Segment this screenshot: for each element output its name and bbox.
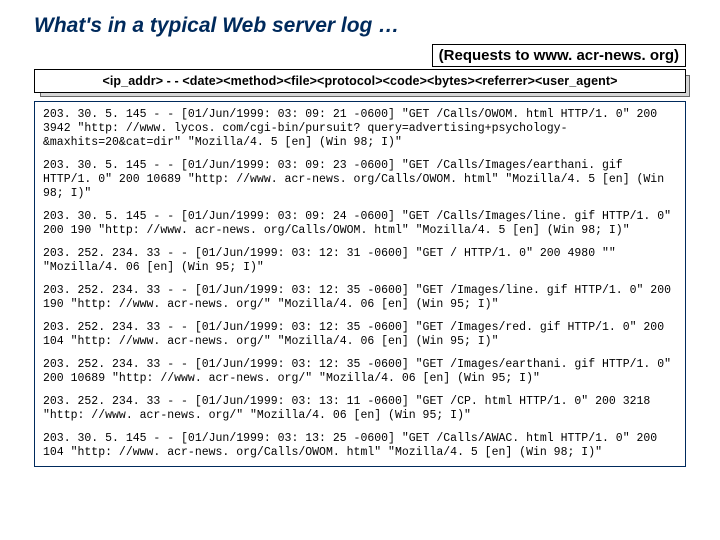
log-entry: 203. 30. 5. 145 - - [01/Jun/1999: 03: 09… <box>43 108 677 150</box>
log-format-bar: <ip_addr> - - <date><method><file><proto… <box>34 69 686 93</box>
log-entries-box: 203. 30. 5. 145 - - [01/Jun/1999: 03: 09… <box>34 101 686 467</box>
log-entry: 203. 252. 234. 33 - - [01/Jun/1999: 03: … <box>43 247 677 275</box>
log-format-text: <ip_addr> - - <date><method><file><proto… <box>34 69 686 93</box>
log-entry: 203. 252. 234. 33 - - [01/Jun/1999: 03: … <box>43 395 677 423</box>
log-entry: 203. 252. 234. 33 - - [01/Jun/1999: 03: … <box>43 358 677 386</box>
slide-title: What's in a typical Web server log … <box>34 14 686 38</box>
slide: What's in a typical Web server log … (Re… <box>0 0 720 540</box>
log-entry: 203. 252. 234. 33 - - [01/Jun/1999: 03: … <box>43 284 677 312</box>
log-entry: 203. 252. 234. 33 - - [01/Jun/1999: 03: … <box>43 321 677 349</box>
log-entry: 203. 30. 5. 145 - - [01/Jun/1999: 03: 13… <box>43 432 677 460</box>
subtitle-box: (Requests to www. acr-news. org) <box>432 44 686 67</box>
subtitle-wrap: (Requests to www. acr-news. org) <box>34 44 686 67</box>
log-entry: 203. 30. 5. 145 - - [01/Jun/1999: 03: 09… <box>43 210 677 238</box>
log-entry: 203. 30. 5. 145 - - [01/Jun/1999: 03: 09… <box>43 159 677 201</box>
